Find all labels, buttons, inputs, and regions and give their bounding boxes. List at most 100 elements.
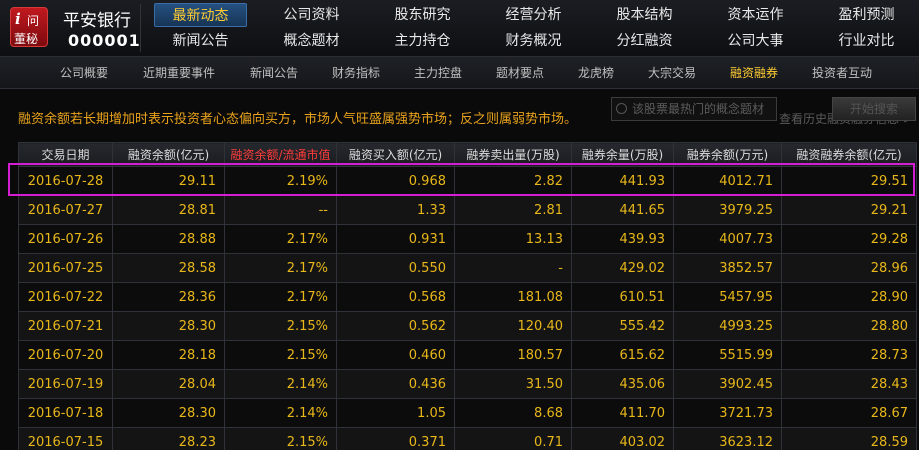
cell-margin-balance: 28.58 bbox=[112, 253, 225, 283]
topnav-company-info[interactable]: 公司资料 bbox=[265, 3, 358, 27]
subnav-control[interactable]: 主力控盘 bbox=[414, 57, 462, 89]
cell-short-remaining-volume: 439.93 bbox=[571, 224, 674, 254]
subnav-overview[interactable]: 公司概要 bbox=[60, 57, 108, 89]
cell-short-balance: 5457.95 bbox=[673, 282, 782, 312]
cell-date: 2016-07-22 bbox=[18, 282, 113, 312]
cell-margin-ratio: 2.17% bbox=[224, 282, 337, 312]
cell-short-balance: 3979.25 bbox=[673, 195, 782, 225]
subnav-block-trade[interactable]: 大宗交易 bbox=[648, 57, 696, 89]
topnav-finance[interactable]: 财务概况 bbox=[487, 29, 580, 53]
cell-short-remaining-volume: 555.42 bbox=[571, 311, 674, 341]
subnav-dragon-tiger[interactable]: 龙虎榜 bbox=[578, 57, 614, 89]
subnav-margin-trading[interactable]: 融资融券 bbox=[730, 57, 778, 89]
cell-margin-ratio: 2.17% bbox=[224, 224, 337, 254]
cell-total-balance: 28.43 bbox=[781, 369, 917, 399]
col-header-margin-buy[interactable]: 融资买入额(亿元) bbox=[336, 142, 455, 167]
cell-total-balance: 28.90 bbox=[781, 282, 917, 312]
cell-date: 2016-07-27 bbox=[18, 195, 113, 225]
cell-margin-buy: 0.436 bbox=[336, 369, 455, 399]
cell-short-sell-volume: 120.40 bbox=[454, 311, 572, 341]
cell-short-remaining-volume: 441.93 bbox=[571, 166, 674, 196]
subnav-investor-interaction[interactable]: 投资者互动 bbox=[812, 57, 872, 89]
topnav-main-holdings[interactable]: 主力持仓 bbox=[376, 29, 469, 53]
cell-margin-ratio: 2.14% bbox=[224, 398, 337, 428]
topnav-forecast[interactable]: 盈利预测 bbox=[820, 3, 913, 27]
col-header-margin-balance[interactable]: 融资余额(亿元) bbox=[112, 142, 225, 167]
logo-char: 问 bbox=[27, 14, 40, 28]
subnav-topics[interactable]: 题材要点 bbox=[496, 57, 544, 89]
cell-margin-ratio: 2.17% bbox=[224, 253, 337, 283]
stock-name: 平安银行 bbox=[63, 11, 131, 31]
table-row: 2016-07-26 28.88 2.17% 0.931 13.13 439.9… bbox=[18, 224, 917, 254]
cell-short-sell-volume: 2.82 bbox=[454, 166, 572, 196]
table-row: 2016-07-27 28.81 -- 1.33 2.81 441.65 397… bbox=[18, 195, 917, 225]
topnav-concepts[interactable]: 概念题材 bbox=[265, 29, 358, 53]
cell-short-remaining-volume: 429.02 bbox=[571, 253, 674, 283]
cell-margin-ratio: 2.15% bbox=[224, 311, 337, 341]
col-header-short-balance[interactable]: 融券余额(万元) bbox=[673, 142, 782, 167]
topnav-industry[interactable]: 行业对比 bbox=[820, 29, 913, 53]
cell-short-remaining-volume: 610.51 bbox=[571, 282, 674, 312]
concept-search-input[interactable] bbox=[611, 97, 777, 121]
subnav-news[interactable]: 新闻公告 bbox=[250, 57, 298, 89]
cell-margin-ratio: 2.14% bbox=[224, 369, 337, 399]
cell-short-remaining-volume: 403.02 bbox=[571, 427, 674, 450]
cell-margin-balance: 28.18 bbox=[112, 340, 225, 370]
cell-margin-balance: 28.36 bbox=[112, 282, 225, 312]
cell-short-remaining-volume: 411.70 bbox=[571, 398, 674, 428]
col-header-date[interactable]: 交易日期 bbox=[18, 142, 113, 167]
topnav-dividends[interactable]: 分红融资 bbox=[598, 29, 691, 53]
topnav-news[interactable]: 新闻公告 bbox=[154, 29, 247, 53]
col-header-short-sell-volume[interactable]: 融券卖出量(万股) bbox=[454, 142, 572, 167]
cell-short-remaining-volume: 615.62 bbox=[571, 340, 674, 370]
margin-tip: 融资余额若长期增加时表示投资者心态偏向买方，市场人气旺盛属强势市场；反之则属弱势… bbox=[18, 112, 578, 127]
top-header: i 问 董秘 平安银行 000001 最新动态 公司资料 股东研究 经营分析 股… bbox=[0, 0, 919, 57]
cell-margin-balance: 28.23 bbox=[112, 427, 225, 450]
cell-margin-ratio: -- bbox=[224, 195, 337, 225]
logo-label: 董秘 bbox=[14, 32, 39, 46]
subnav-financial-indicators[interactable]: 财务指标 bbox=[332, 57, 380, 89]
sub-nav: 公司概要 近期重要事件 新闻公告 财务指标 主力控盘 题材要点 龙虎榜 大宗交易… bbox=[0, 57, 919, 89]
cell-short-balance: 3852.57 bbox=[673, 253, 782, 283]
col-header-short-remaining-volume[interactable]: 融券余量(万股) bbox=[571, 142, 674, 167]
ask-secretary-logo[interactable]: i 问 董秘 bbox=[10, 7, 48, 47]
cell-short-sell-volume: - bbox=[454, 253, 572, 283]
cell-total-balance: 29.21 bbox=[781, 195, 917, 225]
table-row: 2016-07-20 28.18 2.15% 0.460 180.57 615.… bbox=[18, 340, 917, 370]
cell-total-balance: 29.28 bbox=[781, 224, 917, 254]
col-header-total-balance[interactable]: 融资融券余额(亿元) bbox=[781, 142, 917, 167]
table-row: 2016-07-18 28.30 2.14% 1.05 8.68 411.70 … bbox=[18, 398, 917, 428]
topnav-share-structure[interactable]: 股本结构 bbox=[598, 3, 691, 27]
header-divider bbox=[140, 4, 141, 52]
cell-margin-buy: 0.968 bbox=[336, 166, 455, 196]
cell-total-balance: 28.67 bbox=[781, 398, 917, 428]
cell-short-remaining-volume: 441.65 bbox=[571, 195, 674, 225]
top-nav: 最新动态 公司资料 股东研究 经营分析 股本结构 资本运作 盈利预测 新闻公告 … bbox=[154, 3, 919, 53]
cell-margin-balance: 29.11 bbox=[112, 166, 225, 196]
cell-date: 2016-07-15 bbox=[18, 427, 113, 450]
cell-total-balance: 29.51 bbox=[781, 166, 917, 196]
topnav-latest[interactable]: 最新动态 bbox=[154, 3, 247, 27]
topnav-capital[interactable]: 资本运作 bbox=[709, 3, 802, 27]
cell-short-balance: 5515.99 bbox=[673, 340, 782, 370]
cell-short-balance: 3721.73 bbox=[673, 398, 782, 428]
col-header-margin-ratio[interactable]: 融资余额/流通市值 bbox=[224, 142, 337, 167]
cell-total-balance: 28.96 bbox=[781, 253, 917, 283]
cell-short-balance: 3902.45 bbox=[673, 369, 782, 399]
cell-margin-ratio: 2.15% bbox=[224, 427, 337, 450]
cell-margin-balance: 28.30 bbox=[112, 311, 225, 341]
cell-date: 2016-07-18 bbox=[18, 398, 113, 428]
logo-letter: i bbox=[15, 10, 21, 28]
cell-margin-ratio: 2.19% bbox=[224, 166, 337, 196]
topnav-operations[interactable]: 经营分析 bbox=[487, 3, 580, 27]
search-icon bbox=[616, 103, 627, 114]
topnav-events[interactable]: 公司大事 bbox=[709, 29, 802, 53]
search-button[interactable]: 开始搜索 bbox=[832, 97, 916, 121]
cell-margin-buy: 0.550 bbox=[336, 253, 455, 283]
cell-short-sell-volume: 181.08 bbox=[454, 282, 572, 312]
cell-date: 2016-07-26 bbox=[18, 224, 113, 254]
cell-short-sell-volume: 180.57 bbox=[454, 340, 572, 370]
subnav-recent-events[interactable]: 近期重要事件 bbox=[143, 57, 215, 89]
cell-short-sell-volume: 2.81 bbox=[454, 195, 572, 225]
topnav-shareholders[interactable]: 股东研究 bbox=[376, 3, 469, 27]
